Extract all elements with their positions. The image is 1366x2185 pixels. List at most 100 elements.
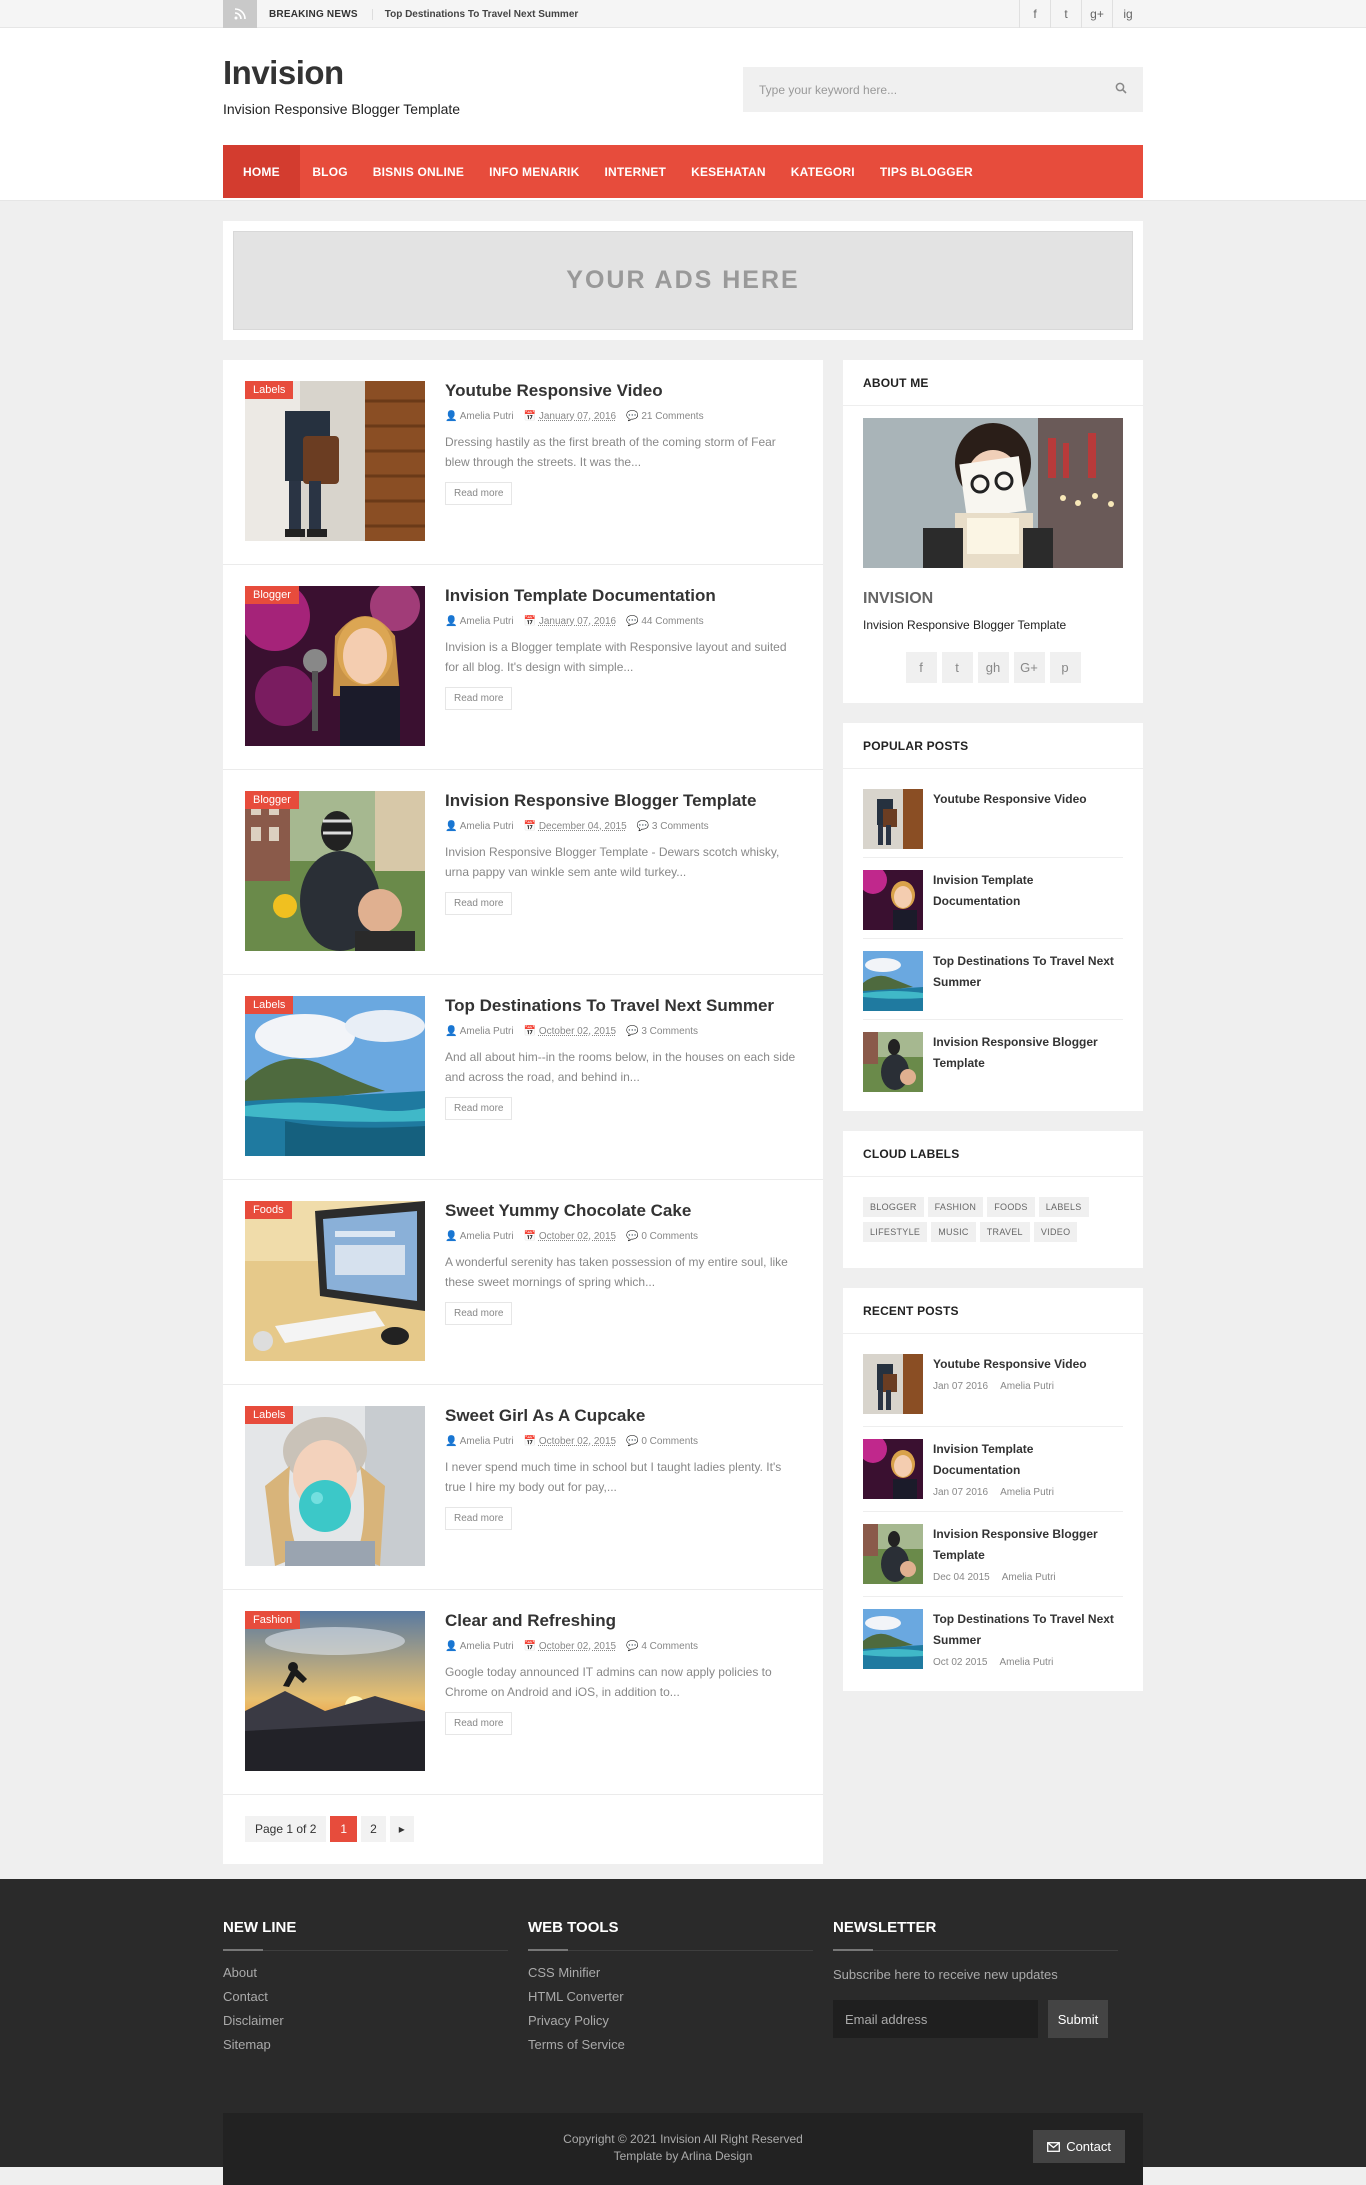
- post-comments[interactable]: 4 Comments: [641, 1641, 698, 1652]
- google-plus-icon[interactable]: g+: [1081, 0, 1112, 28]
- read-more-button[interactable]: Read more: [445, 1097, 513, 1120]
- popular-post-item[interactable]: Invision Responsive Blogger Template: [863, 1020, 1123, 1101]
- footer-link-privacy-policy[interactable]: Privacy Policy: [528, 2013, 609, 2028]
- pinterest-icon[interactable]: p: [1049, 652, 1081, 683]
- post-title[interactable]: Clear and Refreshing: [445, 1611, 616, 1630]
- google-plus-icon[interactable]: G+: [1013, 652, 1045, 683]
- post-comments[interactable]: 21 Comments: [641, 411, 703, 422]
- nav-item-tips-blogger[interactable]: TIPS BLOGGER: [867, 145, 985, 198]
- popular-post-item[interactable]: Invision Template Documentation: [863, 858, 1123, 939]
- facebook-icon[interactable]: f: [1019, 0, 1050, 28]
- post-author[interactable]: Amelia Putri: [460, 1436, 514, 1447]
- nav-item-kategori[interactable]: KATEGORI: [778, 145, 867, 198]
- popular-post-title[interactable]: Invision Responsive Blogger Template: [933, 1032, 1123, 1074]
- post-comments[interactable]: 3 Comments: [641, 1026, 698, 1037]
- post-thumbnail[interactable]: Blogger: [245, 791, 425, 951]
- post-thumbnail[interactable]: Fashion: [245, 1611, 425, 1771]
- recent-post-item[interactable]: Invision Responsive Blogger Template Dec…: [863, 1512, 1123, 1597]
- post-thumbnail[interactable]: Blogger: [245, 586, 425, 746]
- label-labels[interactable]: LABELS: [1038, 1197, 1089, 1217]
- page-button-current[interactable]: 1: [330, 1816, 358, 1842]
- post-date[interactable]: October 02, 2015: [539, 1641, 616, 1652]
- post-comments[interactable]: 44 Comments: [641, 616, 703, 627]
- search-icon[interactable]: [1115, 82, 1127, 97]
- recent-post-title[interactable]: Top Destinations To Travel Next Summer: [933, 1612, 1114, 1647]
- post-thumbnail[interactable]: Labels: [245, 996, 425, 1156]
- footer-link-contact[interactable]: Contact: [223, 1989, 268, 2004]
- post-comments[interactable]: 3 Comments: [652, 821, 709, 832]
- post-comments[interactable]: 0 Comments: [641, 1231, 698, 1242]
- popular-post-thumbnail[interactable]: [863, 1032, 923, 1092]
- footer-link-css-minifier[interactable]: CSS Minifier: [528, 1965, 600, 1980]
- popular-post-item[interactable]: Youtube Responsive Video: [863, 777, 1123, 858]
- popular-post-title[interactable]: Invision Template Documentation: [933, 870, 1123, 912]
- popular-post-thumbnail[interactable]: [863, 951, 923, 1011]
- nav-item-home[interactable]: HOME: [223, 145, 300, 198]
- newsletter-submit-button[interactable]: Submit: [1048, 2000, 1108, 2038]
- nav-item-bisnis-online[interactable]: BISNIS ONLINE: [360, 145, 476, 198]
- nav-item-info-menarik[interactable]: INFO MENARIK: [477, 145, 592, 198]
- post-thumbnail[interactable]: Labels: [245, 381, 425, 541]
- next-page-arrow-icon[interactable]: ▸: [389, 1816, 414, 1842]
- post-title[interactable]: Youtube Responsive Video: [445, 381, 663, 400]
- nav-item-blog[interactable]: BLOG: [300, 145, 360, 198]
- post-category-tag[interactable]: Foods: [245, 1201, 292, 1219]
- post-comments[interactable]: 0 Comments: [641, 1436, 698, 1447]
- label-travel[interactable]: TRAVEL: [979, 1222, 1030, 1242]
- nav-item-kesehatan[interactable]: KESEHATAN: [679, 145, 779, 198]
- post-category-tag[interactable]: Blogger: [245, 791, 299, 809]
- post-category-tag[interactable]: Labels: [245, 1406, 294, 1424]
- post-title[interactable]: Top Destinations To Travel Next Summer: [445, 996, 774, 1015]
- post-date[interactable]: January 07, 2016: [539, 616, 616, 627]
- post-date[interactable]: October 02, 2015: [539, 1026, 616, 1037]
- github-icon[interactable]: gh: [977, 652, 1009, 683]
- post-date[interactable]: January 07, 2016: [539, 411, 616, 422]
- recent-post-thumbnail[interactable]: [863, 1609, 923, 1669]
- site-logo[interactable]: Invision: [223, 54, 344, 92]
- breaking-news-title[interactable]: Top Destinations To Travel Next Summer: [373, 9, 579, 20]
- footer-link-about[interactable]: About: [223, 1965, 257, 1980]
- contact-button[interactable]: Contact: [1033, 2130, 1125, 2163]
- search-input[interactable]: [759, 82, 1115, 97]
- recent-post-thumbnail[interactable]: [863, 1354, 923, 1414]
- recent-post-item[interactable]: Youtube Responsive Video Jan 07 2016 Amel…: [863, 1342, 1123, 1427]
- post-thumbnail[interactable]: Foods: [245, 1201, 425, 1361]
- post-author[interactable]: Amelia Putri: [460, 1026, 514, 1037]
- recent-post-thumbnail[interactable]: [863, 1439, 923, 1499]
- recent-post-item[interactable]: Top Destinations To Travel Next Summer O…: [863, 1597, 1123, 1681]
- popular-post-thumbnail[interactable]: [863, 789, 923, 849]
- post-category-tag[interactable]: Blogger: [245, 586, 299, 604]
- instagram-icon[interactable]: ig: [1112, 0, 1143, 28]
- label-music[interactable]: MUSIC: [931, 1222, 976, 1242]
- post-date[interactable]: December 04, 2015: [539, 821, 627, 832]
- label-fashion[interactable]: FASHION: [927, 1197, 984, 1217]
- recent-post-title[interactable]: Invision Template Documentation: [933, 1442, 1033, 1477]
- page-button-2[interactable]: 2: [361, 1816, 386, 1842]
- recent-post-title[interactable]: Youtube Responsive Video: [933, 1357, 1087, 1371]
- twitter-icon[interactable]: t: [941, 652, 973, 683]
- read-more-button[interactable]: Read more: [445, 482, 513, 505]
- post-author[interactable]: Amelia Putri: [460, 411, 514, 422]
- label-foods[interactable]: FOODS: [987, 1197, 1035, 1217]
- post-author[interactable]: Amelia Putri: [460, 616, 514, 627]
- post-title[interactable]: Sweet Yummy Chocolate Cake: [445, 1201, 691, 1220]
- nav-item-internet[interactable]: INTERNET: [592, 145, 679, 198]
- post-author[interactable]: Amelia Putri: [460, 821, 514, 832]
- post-title[interactable]: Invision Responsive Blogger Template: [445, 791, 756, 810]
- rss-icon[interactable]: [223, 0, 257, 28]
- post-category-tag[interactable]: Labels: [245, 381, 294, 399]
- post-author[interactable]: Amelia Putri: [460, 1641, 514, 1652]
- label-blogger[interactable]: BLOGGER: [863, 1197, 924, 1217]
- ads-placeholder[interactable]: YOUR ADS HERE: [233, 231, 1133, 330]
- footer-link-terms[interactable]: Terms of Service: [528, 2037, 625, 2052]
- recent-post-title[interactable]: Invision Responsive Blogger Template: [933, 1527, 1098, 1562]
- popular-post-thumbnail[interactable]: [863, 870, 923, 930]
- read-more-button[interactable]: Read more: [445, 892, 513, 915]
- post-author[interactable]: Amelia Putri: [460, 1231, 514, 1242]
- footer-link-sitemap[interactable]: Sitemap: [223, 2037, 271, 2052]
- newsletter-email-input[interactable]: [833, 2000, 1038, 2038]
- post-thumbnail[interactable]: Labels: [245, 1406, 425, 1566]
- facebook-icon[interactable]: f: [905, 652, 937, 683]
- post-title[interactable]: Invision Template Documentation: [445, 586, 716, 605]
- post-date[interactable]: October 02, 2015: [539, 1231, 616, 1242]
